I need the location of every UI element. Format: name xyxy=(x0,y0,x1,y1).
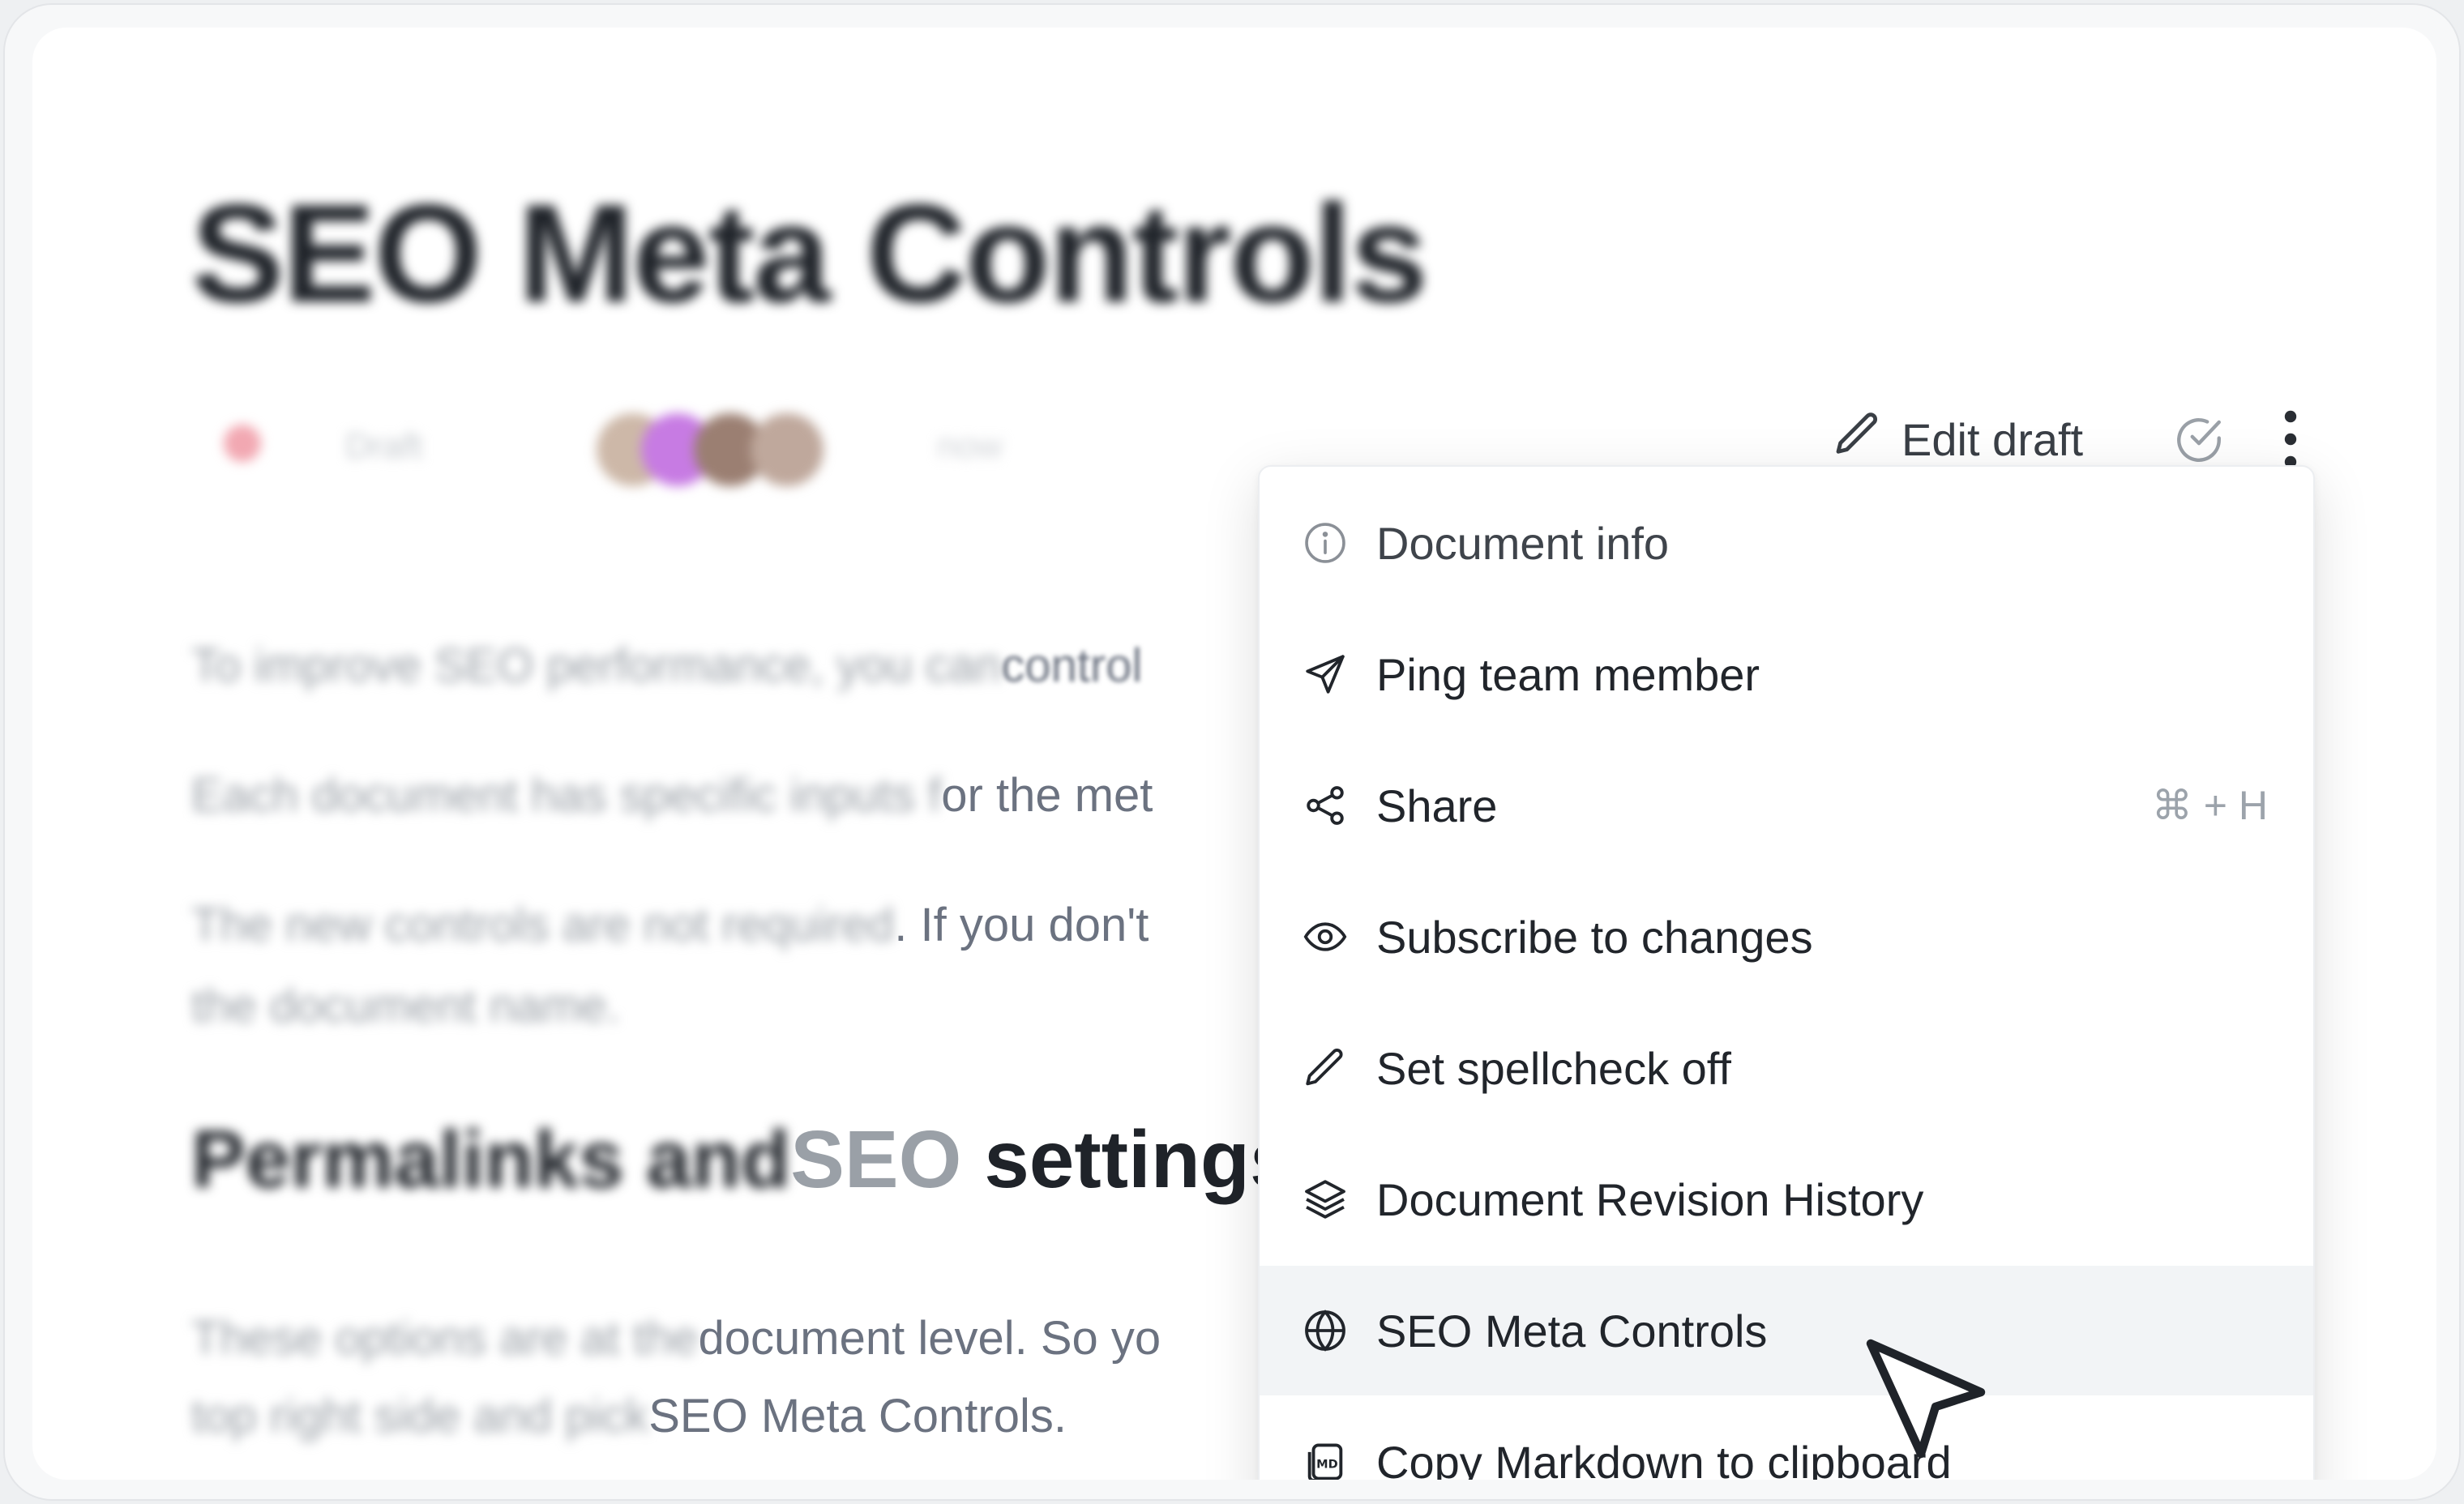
paragraph-text: the document name. xyxy=(191,980,620,1032)
menu-item-document-info[interactable]: Document info xyxy=(1260,478,2313,608)
menu-item-seo-meta-controls[interactable]: SEO Meta Controls xyxy=(1260,1266,2313,1395)
menu-item-label: Set spellcheck off xyxy=(1376,1042,1731,1094)
collaborator-avatars xyxy=(597,408,856,489)
menu-item-label: Ping team member xyxy=(1376,648,1760,700)
paragraph-text: These options are at the xyxy=(191,1312,699,1365)
paragraph-text: . If you don't xyxy=(894,899,1149,951)
paragraph-2: Each document has specific inputs for th… xyxy=(32,757,1264,846)
share-icon xyxy=(1302,782,1349,829)
section-heading: Permalinks and SEO settings xyxy=(191,1114,1264,1205)
svg-text:MD: MD xyxy=(1316,1458,1337,1471)
document-options-menu: Document info Ping team member Share ⌘ +… xyxy=(1258,465,2315,1480)
status-label: Draft xyxy=(345,426,423,466)
eye-icon xyxy=(1302,913,1349,960)
paragraph-5: These options are at the document level.… xyxy=(32,1300,1264,1389)
updated-time: now xyxy=(937,426,1003,466)
paragraph-text: document level. So yo xyxy=(698,1312,1161,1365)
paragraph-text: control xyxy=(1001,639,1143,692)
menu-item-label: Share xyxy=(1376,780,1498,831)
paragraph-1: To improve SEO performance, you can cont… xyxy=(32,627,1264,716)
send-icon xyxy=(1302,651,1349,698)
menu-item-subscribe[interactable]: Subscribe to changes xyxy=(1260,872,2313,1002)
menu-item-ping-team-member[interactable]: Ping team member xyxy=(1260,609,2313,739)
menu-item-revision-history[interactable]: Document Revision History xyxy=(1260,1134,2313,1264)
status-dot xyxy=(224,425,261,462)
window-frame: SEO Meta Controls Draft now To improve S… xyxy=(3,3,2461,1501)
pencil-icon xyxy=(1302,1045,1349,1092)
menu-item-share[interactable]: Share ⌘ + H xyxy=(1260,741,2313,870)
share-shortcut: ⌘ + H xyxy=(2151,783,2268,828)
section-heading-clip: Permalinks and SEO settings xyxy=(32,1113,1264,1243)
menu-item-label: SEO Meta Controls xyxy=(1376,1305,1768,1357)
info-icon xyxy=(1302,519,1349,566)
globe-icon xyxy=(1302,1307,1349,1354)
paragraph-text: Each document has specific inputs f xyxy=(191,769,942,822)
paragraph-text: To improve SEO performance, you can xyxy=(191,639,1002,692)
menu-item-spellcheck[interactable]: Set spellcheck off xyxy=(1260,1003,2313,1133)
pencil-icon xyxy=(1832,408,1884,471)
layers-icon xyxy=(1302,1176,1349,1223)
more-vertical-icon[interactable] xyxy=(2274,408,2307,470)
menu-item-label: Document Revision History xyxy=(1376,1173,1924,1225)
paragraph-text: or the met xyxy=(941,769,1153,822)
paragraph-text: The new controls are not required xyxy=(191,899,895,951)
menu-item-label: Subscribe to changes xyxy=(1376,911,1813,963)
paragraph-4: the document name. xyxy=(32,968,1264,1057)
paragraph-3: The new controls are not required. If yo… xyxy=(32,887,1264,976)
edit-draft-label: Edit draft xyxy=(1901,413,2084,465)
page-title: SEO Meta Controls xyxy=(191,176,1428,331)
document-card: SEO Meta Controls Draft now To improve S… xyxy=(32,28,2436,1480)
paragraph-text: top right side and pick xyxy=(191,1390,649,1442)
paragraph-text: SEO Meta Controls. xyxy=(648,1390,1067,1442)
menu-item-copy-markdown[interactable]: MD Copy Markdown to clipboard xyxy=(1260,1397,2313,1480)
markdown-icon: MD xyxy=(1302,1438,1349,1480)
check-circle-icon[interactable] xyxy=(2172,413,2226,467)
menu-item-label: Document info xyxy=(1376,517,1670,569)
avatar xyxy=(751,413,823,486)
mouse-pointer-icon xyxy=(1864,1337,1994,1467)
paragraph-6: top right side and pick SEO Meta Control… xyxy=(32,1378,1264,1467)
